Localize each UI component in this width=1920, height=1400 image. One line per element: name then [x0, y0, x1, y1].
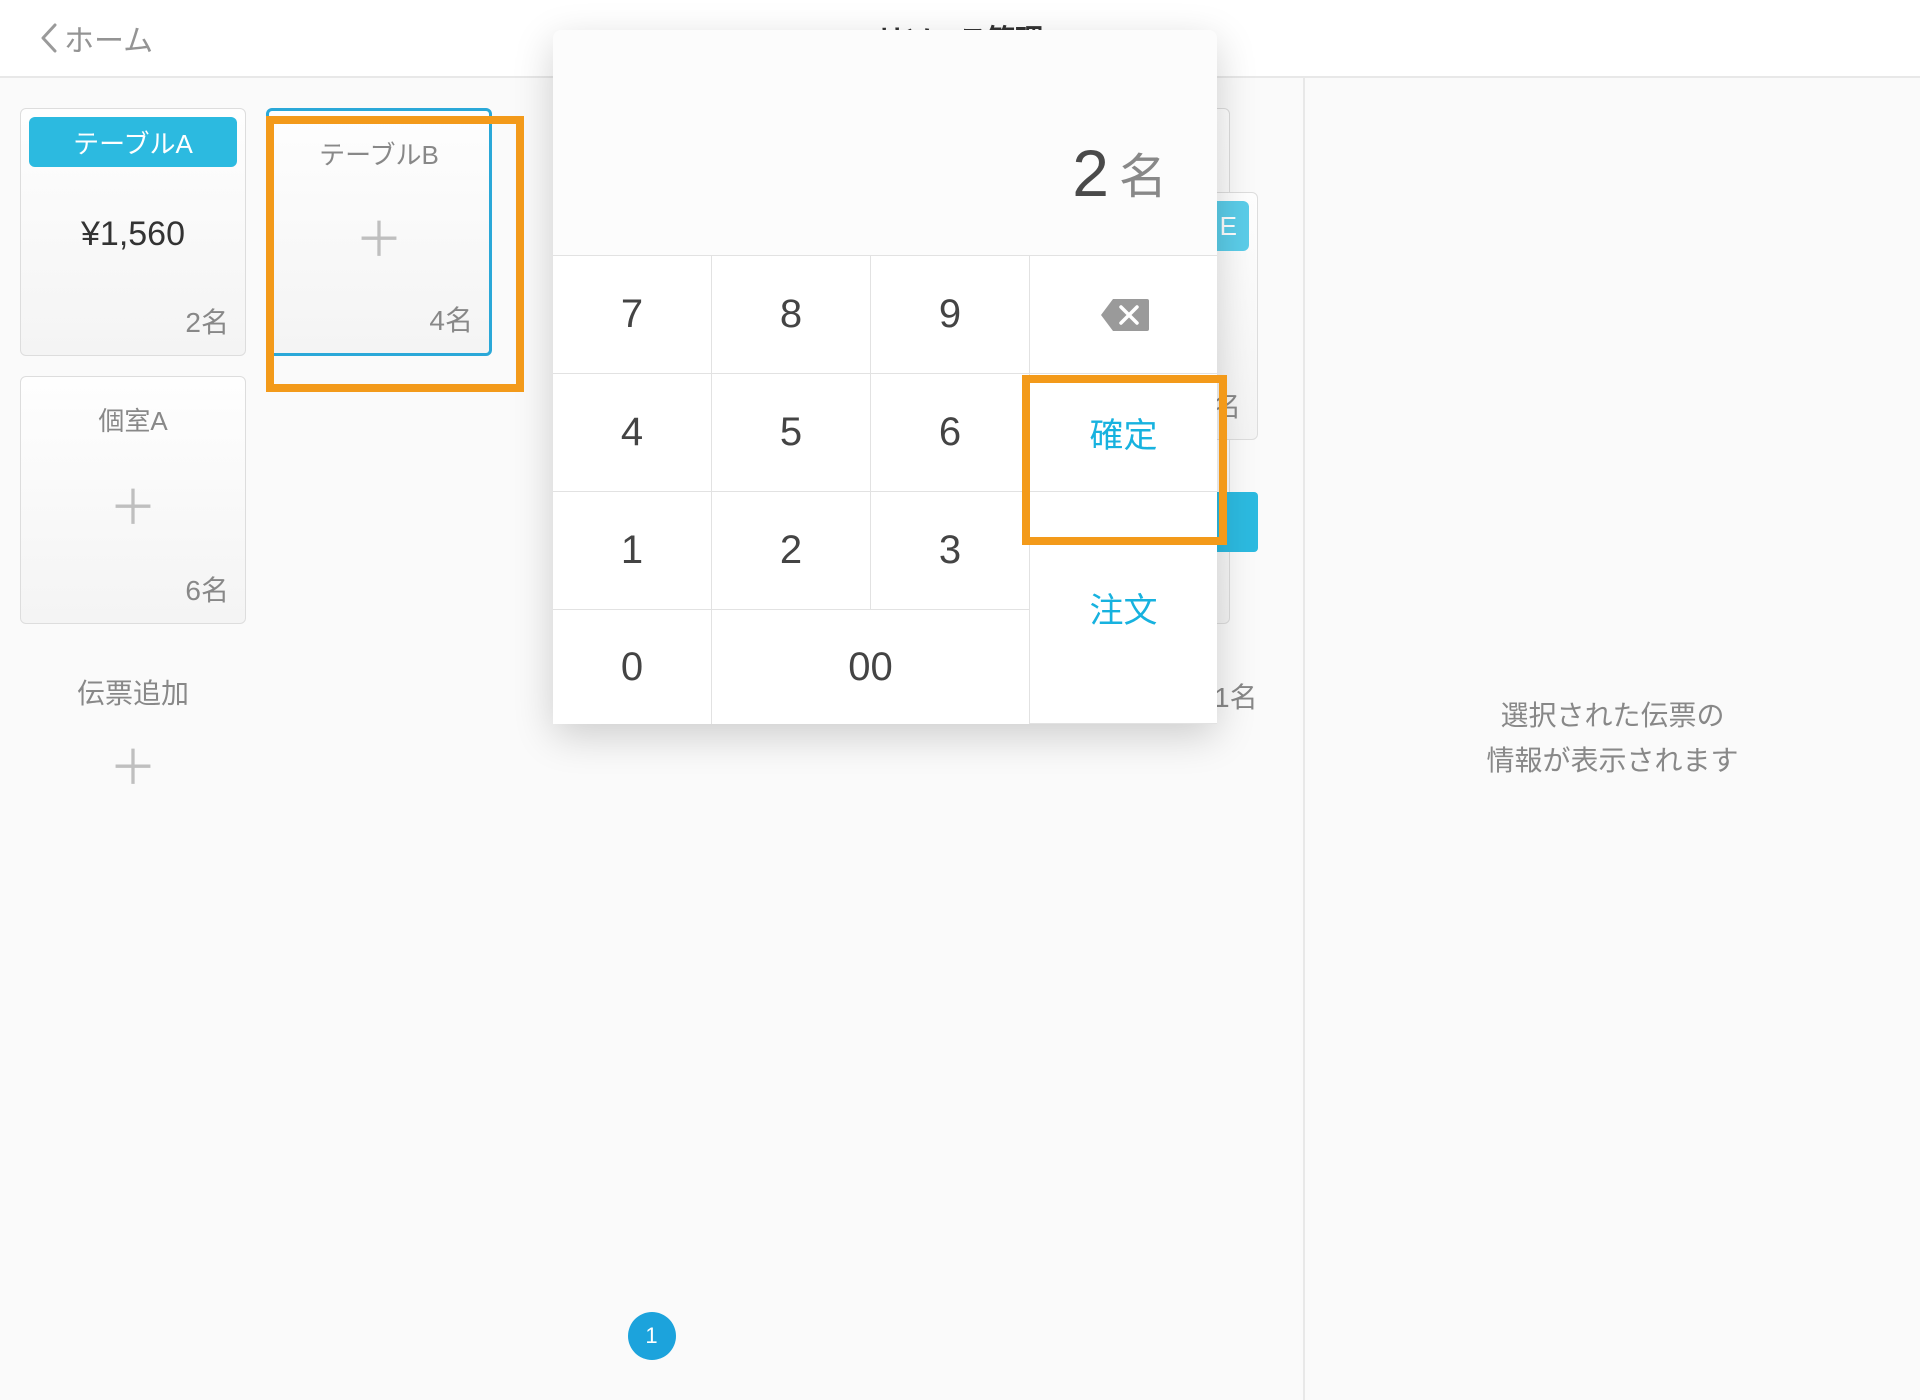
table-card-b[interactable]: テーブルB ＋ 4名 [266, 108, 492, 356]
key-5[interactable]: 5 [712, 374, 871, 492]
key-00[interactable]: 00 [712, 610, 1030, 724]
card-fragment [1210, 492, 1258, 552]
card-guest-count: 2名 [21, 301, 245, 355]
numpad-unit: 名 [1119, 137, 1167, 207]
detail-placeholder-line1: 選択された伝票の [1500, 694, 1724, 739]
key-0[interactable]: 0 [553, 610, 712, 724]
room-card-a[interactable]: 個室A ＋ 6名 [20, 376, 246, 624]
key-order[interactable]: 注文 [1030, 492, 1217, 724]
card-guest-count: 1名 [1214, 676, 1258, 716]
card-guest-count: 4名 [269, 299, 489, 353]
card-header: テーブルA [29, 117, 237, 167]
pagination: 1 [628, 1312, 676, 1360]
page-indicator-1[interactable]: 1 [628, 1312, 676, 1360]
numpad-value: 2 [1072, 135, 1109, 211]
key-1[interactable]: 1 [553, 492, 712, 610]
card-price: ¥1,560 [81, 215, 185, 254]
card-header: テーブルB [269, 123, 489, 183]
plus-icon: ＋ [355, 217, 403, 265]
back-label: ホーム [64, 16, 153, 60]
key-3[interactable]: 3 [871, 492, 1030, 610]
backspace-icon [1097, 295, 1151, 335]
plus-icon: ＋ [109, 485, 157, 533]
card-header: 個室A [21, 389, 245, 449]
numpad-display: 2 名 [553, 30, 1217, 255]
key-7[interactable]: 7 [553, 256, 712, 374]
key-8[interactable]: 8 [712, 256, 871, 374]
key-2[interactable]: 2 [712, 492, 871, 610]
key-6[interactable]: 6 [871, 374, 1030, 492]
detail-panel: 選択された伝票の 情報が表示されます [1303, 78, 1920, 1400]
plus-icon: ＋ [109, 728, 157, 798]
key-4[interactable]: 4 [553, 374, 712, 492]
key-backspace[interactable] [1030, 256, 1217, 374]
detail-placeholder-line2: 情報が表示されます [1486, 739, 1738, 784]
table-card-a[interactable]: テーブルA ¥1,560 2名 [20, 108, 246, 356]
back-button[interactable]: ホーム [0, 16, 153, 60]
add-slip-label: 伝票追加 [77, 672, 189, 712]
key-9[interactable]: 9 [871, 256, 1030, 374]
card-guest-count: 6名 [21, 569, 245, 623]
key-confirm[interactable]: 確定 [1030, 374, 1217, 492]
guest-count-numpad: 2 名 7 8 9 4 5 6 確定 1 2 3 注文 0 00 [553, 30, 1217, 724]
add-slip-button[interactable]: 伝票追加 ＋ [20, 644, 246, 798]
chevron-left-icon [40, 23, 58, 53]
